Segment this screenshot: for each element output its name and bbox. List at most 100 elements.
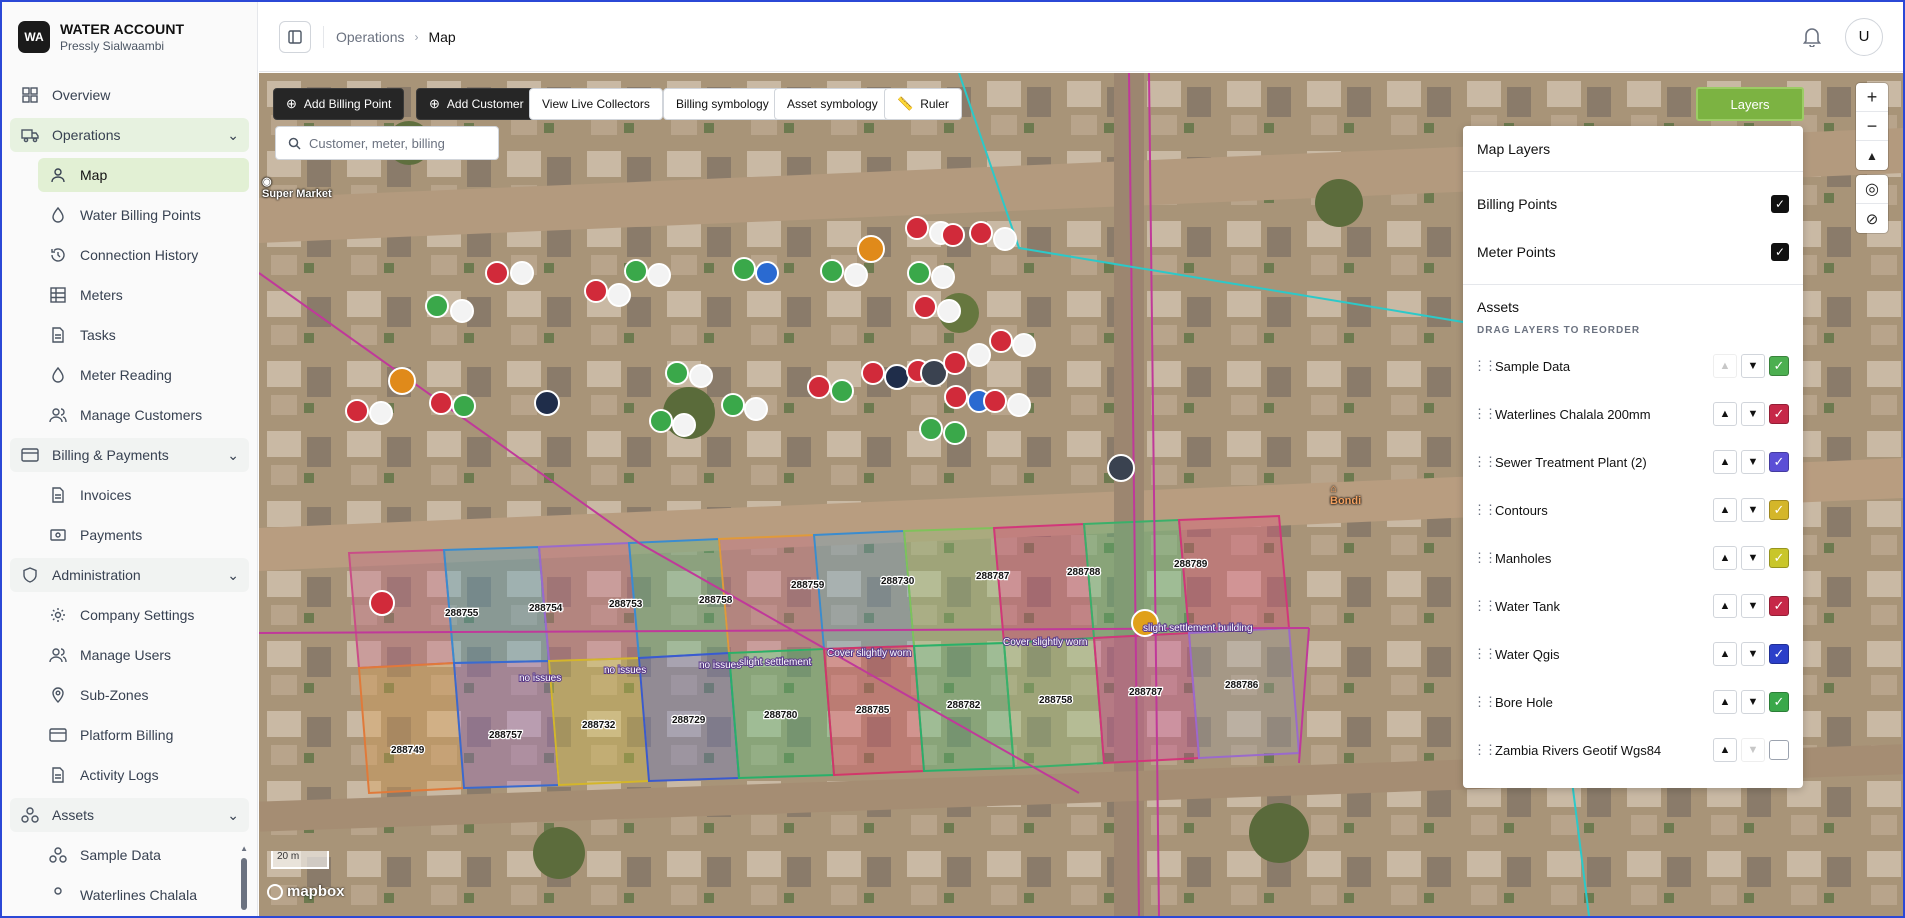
asset-symbology-button[interactable]: Asset symbology (774, 88, 891, 120)
brand-user: Pressly Sialwaambi (60, 39, 165, 53)
add-billing-point-button[interactable]: ⊕ Add Billing Point (273, 88, 405, 120)
drag-handle-icon[interactable]: ⋮⋮ (1473, 358, 1497, 374)
sidebar-item-platform-billing[interactable]: Platform Billing (38, 718, 249, 752)
breadcrumb-operations[interactable]: Operations (336, 29, 404, 45)
move-down-button[interactable]: ▼ (1741, 690, 1765, 714)
drag-handle-icon[interactable]: ⋮⋮ (1473, 406, 1497, 422)
layer-visibility-checkbox[interactable]: ✓ (1769, 644, 1789, 664)
asset-layer-row[interactable]: ⋮⋮ Water Qgis ▲ ▼ ✓ (1463, 630, 1803, 678)
move-down-button[interactable]: ▼ (1741, 738, 1765, 762)
drag-handle-icon[interactable]: ⋮⋮ (1473, 502, 1497, 518)
drag-handle-icon[interactable]: ⋮⋮ (1473, 694, 1497, 710)
ruler-icon: 📏 (897, 96, 914, 111)
sidebar-group-operations[interactable]: Operations ⌄ (10, 118, 249, 152)
zoom-in-button[interactable]: + (1856, 83, 1888, 112)
layer-visibility-checkbox[interactable] (1769, 740, 1789, 760)
move-down-button[interactable]: ▼ (1741, 354, 1765, 378)
move-down-button[interactable]: ▼ (1741, 402, 1765, 426)
file-icon (48, 485, 68, 505)
sidebar-item-payments[interactable]: Payments (38, 518, 249, 552)
sidebar-item-company-settings[interactable]: Company Settings (38, 598, 249, 632)
sidebar-item-tasks[interactable]: Tasks (38, 318, 249, 352)
layer-visibility-checkbox[interactable]: ✓ (1769, 404, 1789, 424)
asset-layer-row[interactable]: ⋮⋮ Sample Data ▲ ▼ ✓ (1463, 342, 1803, 390)
meter-points-toggle[interactable]: Meter Points ✓ (1463, 228, 1803, 276)
asset-layer-row[interactable]: ⋮⋮ Manholes ▲ ▼ ✓ (1463, 534, 1803, 582)
layer-controls: ▲ ▼ (1713, 738, 1789, 762)
layer-visibility-checkbox[interactable]: ✓ (1769, 692, 1789, 712)
compass-icon[interactable]: ⊘ (1856, 204, 1888, 233)
drag-handle-icon[interactable]: ⋮⋮ (1473, 742, 1497, 758)
add-customer-button[interactable]: ⊕ Add Customer (416, 88, 537, 120)
scroll-up-icon[interactable]: ▲ (240, 844, 248, 853)
asset-layer-row[interactable]: ⋮⋮ Waterlines Chalala 200mm ▲ ▼ ✓ (1463, 390, 1803, 438)
sidebar-item-meter-reading[interactable]: Meter Reading (38, 358, 249, 392)
ruler-button[interactable]: 📏 Ruler (884, 88, 962, 120)
move-down-button[interactable]: ▼ (1741, 498, 1765, 522)
sidebar-group-billing[interactable]: Billing & Payments ⌄ (10, 438, 249, 472)
sidebar-item-overview[interactable]: Overview (10, 78, 249, 112)
asset-layer-row[interactable]: ⋮⋮ Bore Hole ▲ ▼ ✓ (1463, 678, 1803, 726)
asset-layer-row[interactable]: ⋮⋮ Zambia Rivers Geotif Wgs84 ▲ ▼ (1463, 726, 1803, 774)
sidebar-group-assets[interactable]: Assets ⌄ (10, 798, 249, 832)
sidebar-item-map[interactable]: Map (38, 158, 249, 192)
layers-button[interactable]: Layers (1696, 87, 1804, 121)
sidebar-toggle-button[interactable] (279, 20, 311, 53)
view-live-collectors-button[interactable]: View Live Collectors (529, 88, 663, 120)
sidebar-item-invoices[interactable]: Invoices (38, 478, 249, 512)
meter-points-checkbox[interactable]: ✓ (1771, 243, 1789, 261)
move-up-button[interactable]: ▲ (1713, 498, 1737, 522)
drag-handle-icon[interactable]: ⋮⋮ (1473, 550, 1497, 566)
bell-icon[interactable] (1801, 25, 1825, 49)
avatar[interactable]: U (1845, 17, 1883, 56)
sidebar-item-waterlines-chalala[interactable]: Waterlines Chalala (38, 878, 249, 912)
billing-symbology-button[interactable]: Billing symbology (663, 88, 782, 120)
layer-visibility-checkbox[interactable]: ✓ (1769, 596, 1789, 616)
move-up-button[interactable]: ▲ (1713, 738, 1737, 762)
billing-points-checkbox[interactable]: ✓ (1771, 195, 1789, 213)
layer-visibility-checkbox[interactable]: ✓ (1769, 548, 1789, 568)
parcel-label: 288788 (1067, 567, 1101, 578)
move-down-button[interactable]: ▼ (1741, 450, 1765, 474)
move-down-button[interactable]: ▼ (1741, 594, 1765, 618)
move-up-button[interactable]: ▲ (1713, 690, 1737, 714)
move-down-button[interactable]: ▼ (1741, 546, 1765, 570)
layer-controls: ▲ ▼ ✓ (1713, 546, 1789, 570)
sidebar-item-activity-logs[interactable]: Activity Logs (38, 758, 249, 792)
sidebar-item-manage-customers[interactable]: Manage Customers (38, 398, 249, 432)
map-canvas[interactable]: 288755 288754 288753 288758 288759 28873… (259, 73, 1903, 916)
layers-icon (48, 885, 68, 905)
sidebar-item-connection-history[interactable]: Connection History (38, 238, 249, 272)
move-up-button[interactable]: ▲ (1713, 450, 1737, 474)
move-up-button[interactable]: ▲ (1713, 546, 1737, 570)
sidebar-item-label: Water Billing Points (80, 207, 201, 223)
sidebar-item-sample-data[interactable]: Sample Data (38, 838, 249, 872)
sidebar-item-water-billing-points[interactable]: Water Billing Points (38, 198, 249, 232)
sidebar-item-manage-users[interactable]: Manage Users (38, 638, 249, 672)
compass-reset-button[interactable]: ▲ (1856, 141, 1888, 170)
layer-visibility-checkbox[interactable]: ✓ (1769, 452, 1789, 472)
drag-handle-icon[interactable]: ⋮⋮ (1473, 454, 1497, 470)
asset-layer-row[interactable]: ⋮⋮ Sewer Treatment Plant (2) ▲ ▼ ✓ (1463, 438, 1803, 486)
drag-handle-icon[interactable]: ⋮⋮ (1473, 598, 1497, 614)
move-down-button[interactable]: ▼ (1741, 642, 1765, 666)
asset-layer-row[interactable]: ⋮⋮ Water Tank ▲ ▼ ✓ (1463, 582, 1803, 630)
move-up-button[interactable]: ▲ (1713, 354, 1737, 378)
billing-points-toggle[interactable]: Billing Points ✓ (1463, 180, 1803, 228)
geolocate-icon[interactable]: ◎ (1856, 175, 1888, 204)
asset-layer-row[interactable]: ⋮⋮ Contours ▲ ▼ ✓ (1463, 486, 1803, 534)
layer-name: Water Qgis (1495, 646, 1560, 662)
layer-visibility-checkbox[interactable]: ✓ (1769, 356, 1789, 376)
sidebar-item-meters[interactable]: Meters (38, 278, 249, 312)
move-up-button[interactable]: ▲ (1713, 402, 1737, 426)
zoom-out-button[interactable]: − (1856, 112, 1888, 141)
sidebar-scrollbar[interactable] (241, 858, 247, 910)
layer-visibility-checkbox[interactable]: ✓ (1769, 500, 1789, 520)
move-up-button[interactable]: ▲ (1713, 594, 1737, 618)
poi-bondi: ⌂ Bondi (1330, 483, 1361, 507)
search-input[interactable] (309, 135, 479, 151)
sidebar-group-administration[interactable]: Administration ⌄ (10, 558, 249, 592)
move-up-button[interactable]: ▲ (1713, 642, 1737, 666)
sidebar-item-sub-zones[interactable]: Sub-Zones (38, 678, 249, 712)
drag-handle-icon[interactable]: ⋮⋮ (1473, 646, 1497, 662)
